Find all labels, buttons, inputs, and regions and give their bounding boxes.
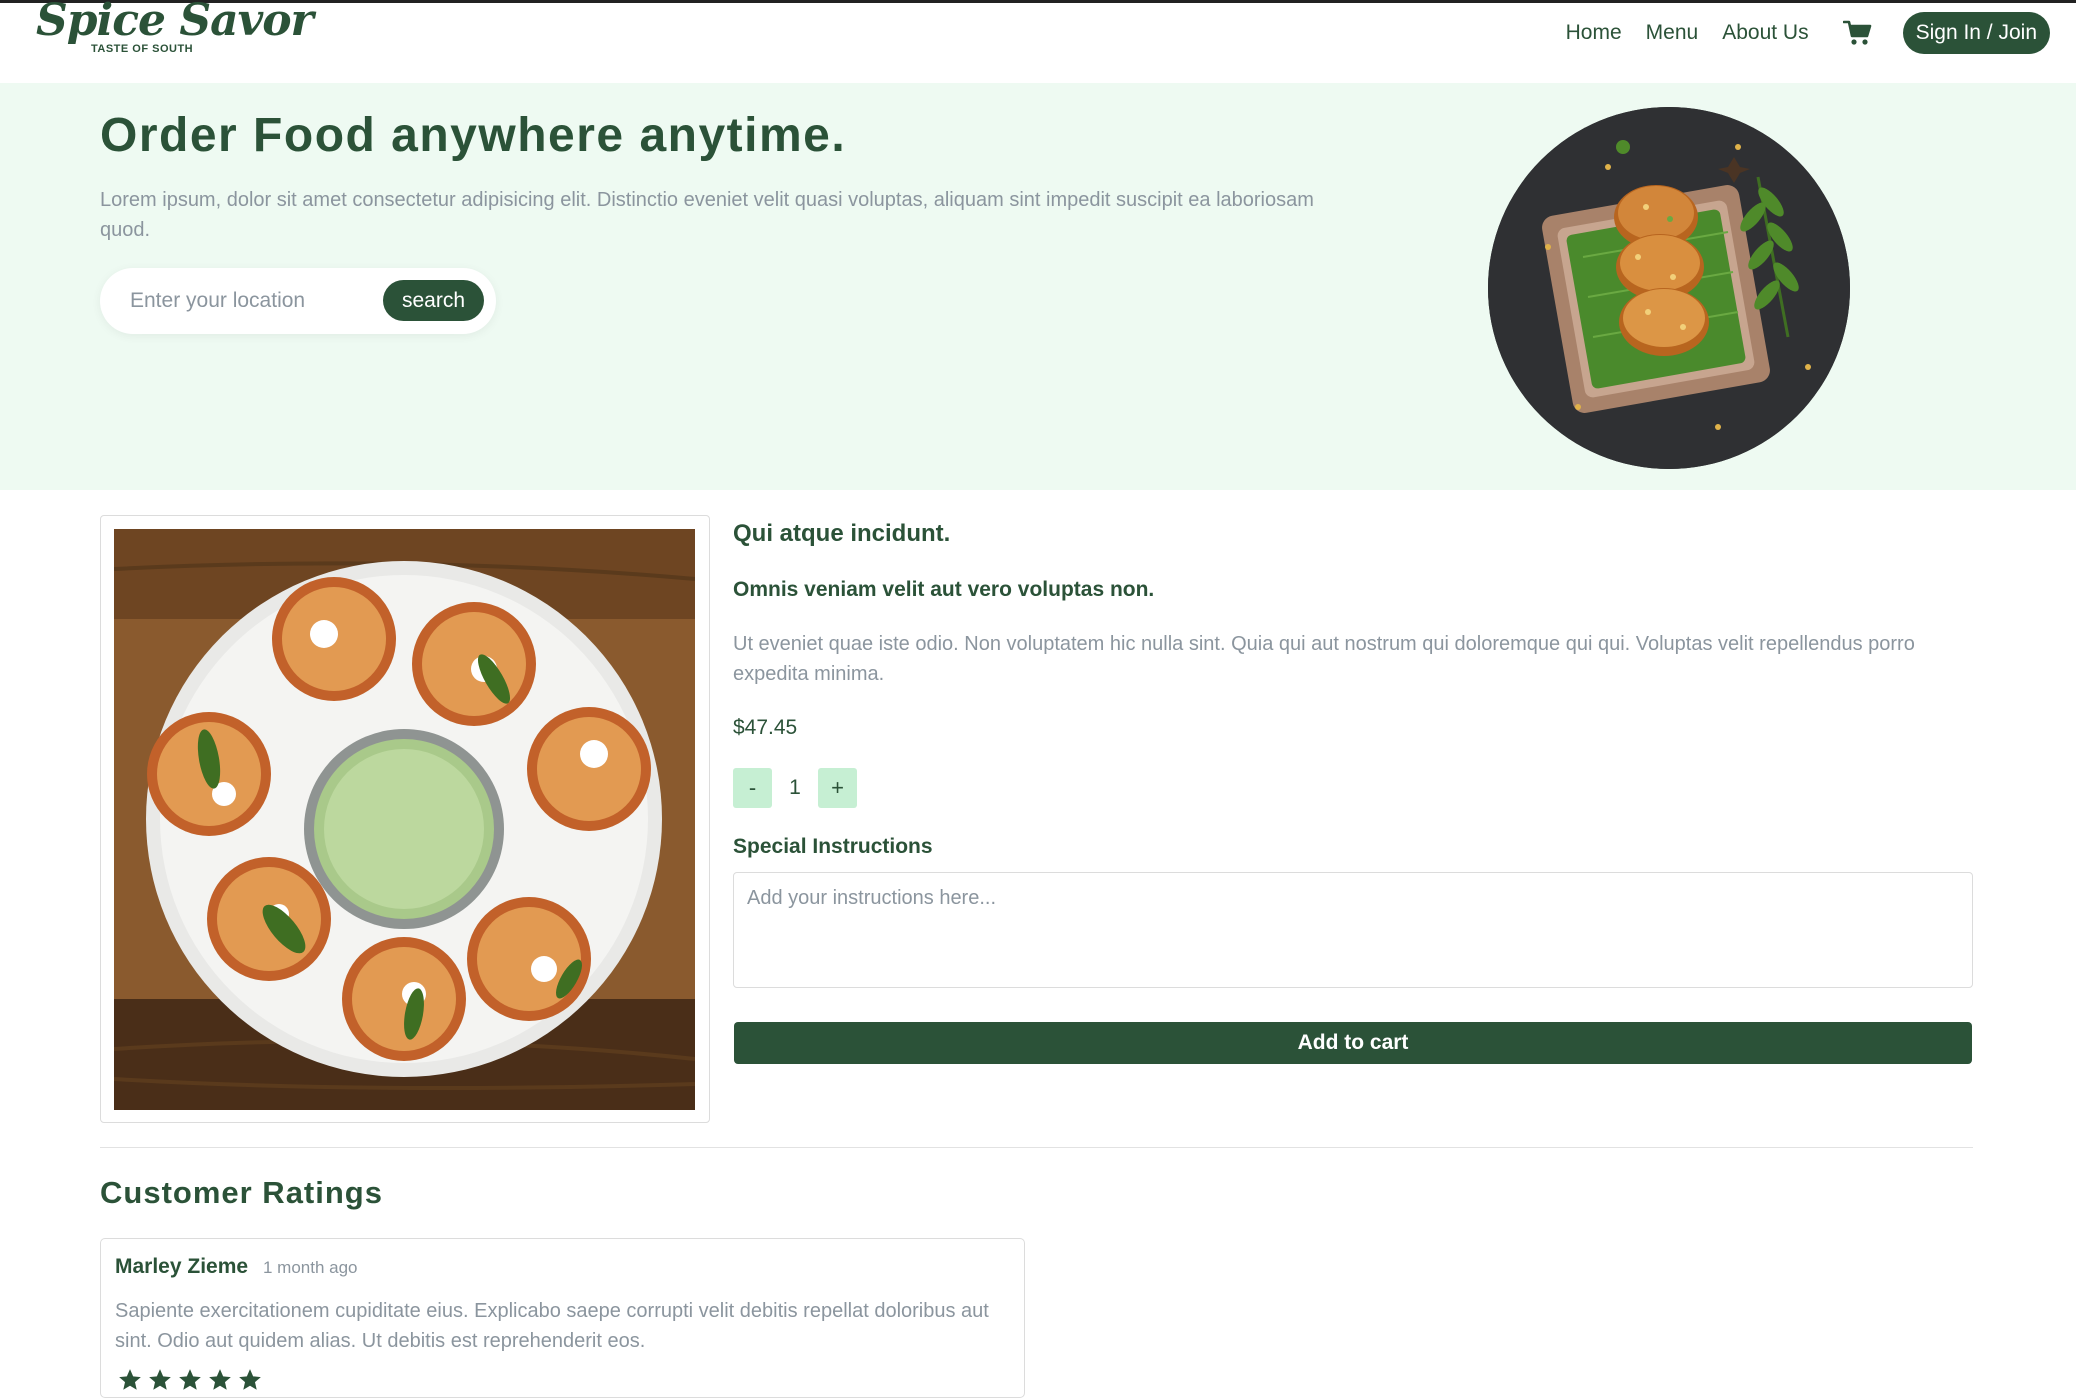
product-subtitle: Omnis veniam velit aut vero voluptas non…: [733, 578, 1155, 601]
review-card: Marley Zieme 1 month ago Sapiente exerci…: [100, 1238, 1025, 1398]
search-button[interactable]: search: [383, 280, 484, 321]
special-instructions-input[interactable]: [733, 872, 1973, 988]
star-icon: [179, 1369, 201, 1390]
reviewer-name: Marley Zieme: [115, 1255, 249, 1278]
hero-food-image: [1488, 107, 1850, 469]
customer-ratings-title: Customer Ratings: [100, 1175, 383, 1210]
section-divider: [100, 1147, 1973, 1148]
star-icon: [209, 1369, 231, 1390]
quantity-increase-button[interactable]: +: [818, 768, 857, 808]
star-icon: [119, 1369, 141, 1390]
product-image: [114, 529, 695, 1110]
hero-section: Order Food anywhere anytime. Lorem ipsum…: [0, 83, 2076, 490]
cart-icon[interactable]: [1842, 19, 1873, 47]
logo[interactable]: Spice Savor TASTE OF SOUTH: [36, 0, 314, 61]
hero-description: Lorem ipsum, dolor sit amet consectetur …: [100, 189, 1314, 241]
nav-link-menu[interactable]: Menu: [1646, 21, 1699, 45]
location-search-input[interactable]: [120, 281, 370, 321]
product-title: Qui atque incidunt.: [733, 520, 951, 547]
product-price: $47.45: [733, 716, 798, 739]
add-to-cart-button[interactable]: Add to cart: [734, 1022, 1972, 1064]
product-image-frame: [100, 515, 710, 1123]
logo-text: Spice Savor: [36, 0, 314, 46]
review-star-rating: [115, 1367, 265, 1393]
review-time: 1 month ago: [263, 1258, 358, 1277]
review-text: Sapiente exercitationem cupiditate eius.…: [115, 1300, 989, 1352]
location-search-box: search: [100, 268, 496, 334]
sign-in-join-button[interactable]: Sign In / Join: [1902, 12, 2050, 54]
nav-link-about-us[interactable]: About Us: [1722, 21, 1808, 45]
star-icon: [239, 1369, 261, 1390]
hero-title: Order Food anywhere anytime.: [100, 109, 847, 162]
top-nav: Spice Savor TASTE OF SOUTH Home Menu Abo…: [0, 0, 2076, 83]
nav-link-home[interactable]: Home: [1566, 21, 1622, 45]
logo-tagline: TASTE OF SOUTH: [91, 43, 194, 55]
quantity-stepper: - 1 +: [733, 768, 857, 808]
quantity-value: 1: [789, 776, 801, 799]
star-icon: [149, 1369, 171, 1390]
quantity-decrease-button[interactable]: -: [733, 768, 772, 808]
nav-links: Home Menu About Us Sign In / Join: [1542, 11, 2050, 55]
product-description: Ut eveniet quae iste odio. Non voluptate…: [733, 633, 1915, 685]
special-instructions-label: Special Instructions: [733, 835, 933, 858]
